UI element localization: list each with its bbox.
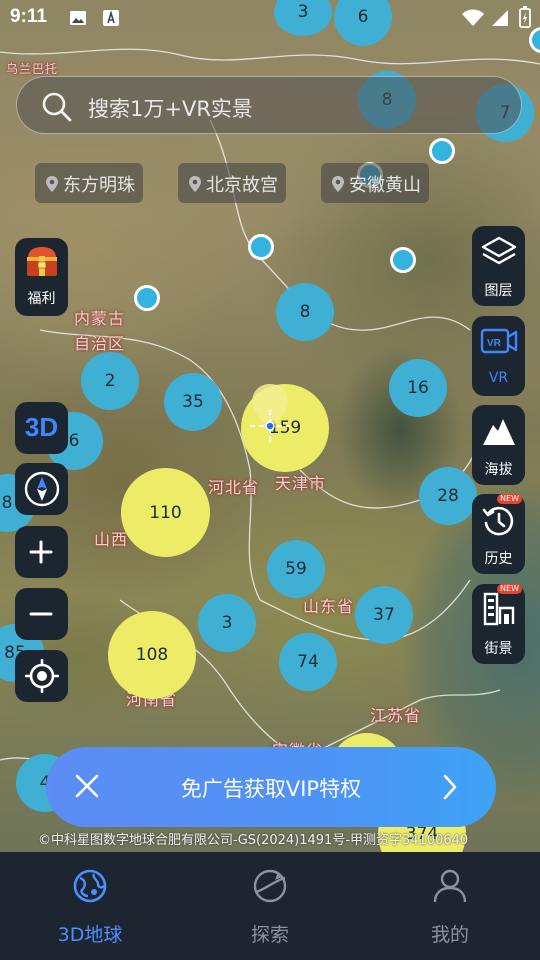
crosshair-icon (25, 659, 59, 693)
3d-mode-label: 3D (24, 412, 59, 442)
search-placeholder: 搜索1万+VR实景 (88, 97, 253, 121)
street-view-button[interactable]: NEW 街景 (472, 584, 525, 664)
quick-chip-label: 北京故宫 (206, 175, 278, 196)
map-cluster[interactable]: 110 (121, 468, 210, 557)
battery-icon (519, 6, 531, 28)
layers-label: 图层 (484, 283, 513, 299)
nav-profile[interactable]: 我的 (360, 852, 540, 960)
map-cluster[interactable]: 74 (279, 633, 337, 691)
status-bar: 9:11 (0, 0, 540, 36)
welfare-button[interactable]: 福利 (15, 238, 68, 316)
elevation-label: 海拔 (484, 462, 513, 478)
user-icon (433, 869, 467, 903)
nav-explore[interactable]: 探索 (180, 852, 360, 960)
minus-icon (29, 612, 53, 616)
location-pin-icon (189, 176, 201, 192)
image-notification-icon (70, 11, 86, 25)
map-label-inner-mongolia: 内蒙古自治区 (74, 309, 126, 353)
app-notification-icon (103, 10, 119, 26)
search-bar[interactable]: 搜索1万+VR实景 (16, 76, 522, 134)
location-pin-icon (332, 176, 344, 192)
quick-chip-dongfangmingzhu[interactable]: 东方明珠 (35, 163, 143, 203)
svg-text:VR: VR (487, 338, 502, 349)
map-cluster[interactable]: 3 (198, 594, 256, 652)
street-view-icon (483, 592, 515, 626)
location-pin-icon (46, 176, 58, 192)
history-button[interactable]: NEW 历史 (472, 494, 525, 574)
map-label-shandong: 山东省 (303, 597, 355, 616)
plus-icon (29, 540, 53, 564)
map-point[interactable] (429, 138, 455, 164)
history-icon (482, 506, 514, 536)
map-copyright: ©中科星图数字地球合肥有限公司-GS(2024)1491号-甲测资字341006… (38, 833, 469, 848)
map-label-jiangsu: 江苏省 (370, 706, 422, 725)
nav-label: 探索 (250, 924, 289, 946)
vr-button[interactable]: VR VR (472, 316, 525, 396)
quick-chip-anhui-huangshan[interactable]: 安徽黄山 (321, 163, 429, 203)
explore-icon (253, 869, 287, 903)
map-cluster[interactable]: 59 (267, 540, 325, 598)
zoom-out-button[interactable] (15, 588, 68, 640)
planet-icon (73, 869, 107, 903)
quick-chip-label: 东方明珠 (63, 175, 135, 196)
quick-chip-beijing-gugong[interactable]: 北京故宫 (178, 163, 286, 203)
map-cluster[interactable]: 35 (164, 373, 222, 431)
layers-button[interactable]: 图层 (472, 226, 525, 306)
nav-label: 我的 (430, 924, 469, 946)
vip-banner-text: 免广告获取VIP特权 (180, 777, 362, 801)
street-view-label: 街景 (484, 641, 513, 657)
search-icon (42, 92, 72, 122)
chevron-right-icon (443, 774, 457, 800)
vr-label: VR (488, 370, 509, 386)
cellular-signal-icon (492, 10, 508, 26)
map-label-shanxi: 山西 (94, 530, 129, 549)
current-location-marker (250, 384, 290, 444)
map-cluster[interactable]: 28 (419, 467, 477, 525)
welfare-label: 福利 (27, 291, 56, 307)
quick-chip-label: 安徽黄山 (349, 175, 421, 196)
history-label: 历史 (484, 551, 513, 567)
zoom-in-button[interactable] (15, 526, 68, 578)
3d-mode-button[interactable]: 3D (15, 402, 68, 454)
map-cluster[interactable]: 2 (81, 352, 139, 410)
map-point[interactable] (134, 285, 160, 311)
locate-me-button[interactable] (15, 650, 68, 702)
bottom-navigation: 3D地球 探索 我的 (0, 852, 540, 960)
nav-3d-earth[interactable]: 3D地球 (0, 852, 180, 960)
wifi-icon (462, 9, 484, 26)
status-time: 9:11 (10, 6, 47, 27)
map-cluster[interactable]: 16 (389, 359, 447, 417)
map-point[interactable] (248, 234, 274, 260)
map-label-wulanbator: 乌兰巴托 (6, 62, 59, 76)
mountain-icon (483, 419, 515, 445)
new-badge: NEW (497, 494, 522, 504)
map-cluster[interactable]: 108 (108, 611, 196, 699)
map-label-tianjin: 天津市 (275, 474, 327, 493)
vr-icon: VR (480, 328, 518, 354)
map-cluster[interactable]: 37 (355, 586, 413, 644)
treasure-chest-icon (27, 247, 57, 276)
nav-label: 3D地球 (57, 924, 123, 946)
layers-icon (481, 236, 517, 265)
compass-button[interactable] (15, 463, 68, 515)
elevation-button[interactable]: 海拔 (472, 405, 525, 485)
vip-banner[interactable]: 免广告获取VIP特权 (46, 747, 496, 827)
map-label-hebei: 河北省 (208, 478, 260, 497)
map-point[interactable] (390, 247, 416, 273)
compass-icon (24, 471, 60, 507)
map-cluster[interactable]: 8 (276, 283, 334, 341)
